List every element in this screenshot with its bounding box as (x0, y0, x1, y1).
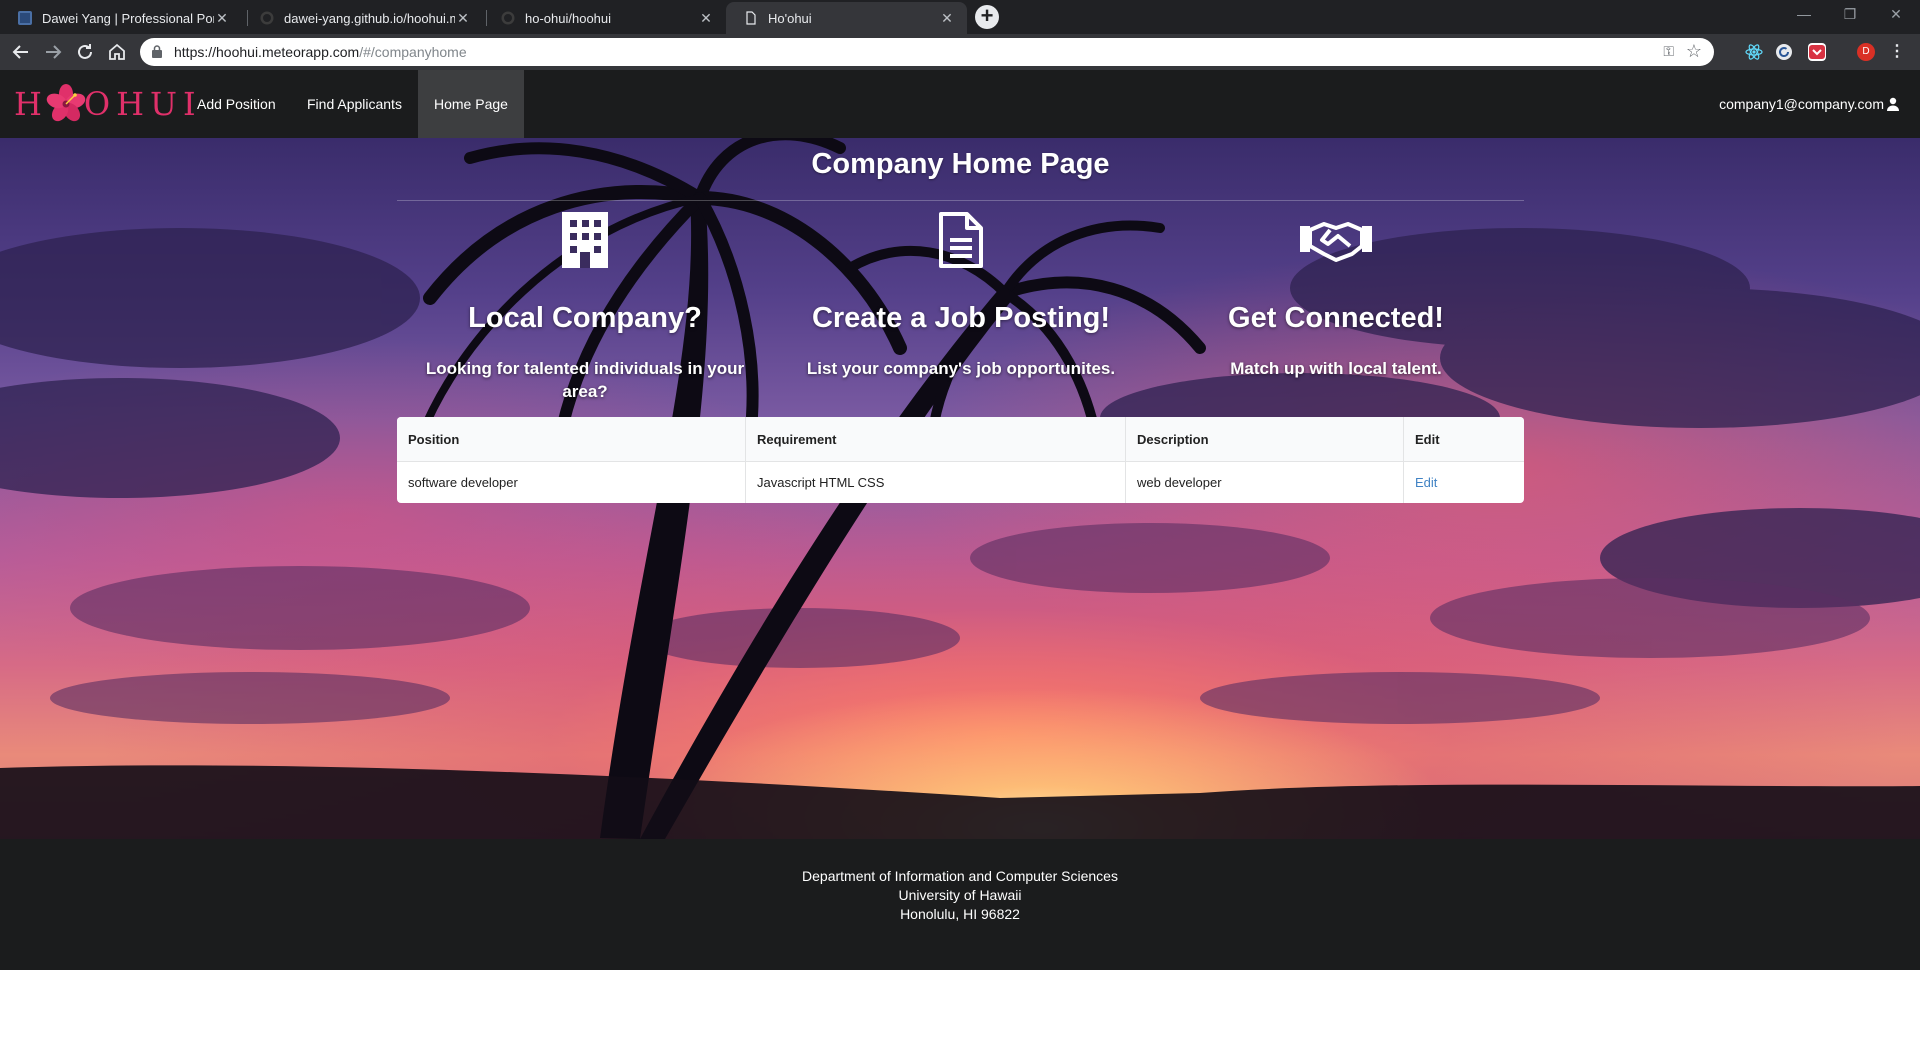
feature-heading: Create a Job Posting! (811, 302, 1111, 334)
restore-window-icon[interactable]: ❐ (1827, 0, 1873, 30)
title-divider (397, 200, 1524, 201)
url-path: /#/companyhome (359, 44, 467, 60)
bookmark-star-icon[interactable]: ☆ (1686, 41, 1702, 62)
minimize-window-icon[interactable]: — (1781, 0, 1827, 30)
browser-tab[interactable]: Dawei Yang | Professional Portfol ✕ (0, 2, 242, 34)
feature-local-company: Local Company? Looking for talented indi… (397, 208, 773, 403)
url-host: https://hoohui.meteorapp.com (174, 44, 360, 60)
footer-university: University of Hawaii (898, 887, 1022, 903)
home-icon (109, 43, 125, 60)
back-button[interactable] (8, 39, 34, 65)
nav-home-page[interactable]: Home Page (418, 70, 524, 138)
user-email: company1@company.com (1719, 96, 1884, 112)
cell-position: software developer (408, 475, 518, 490)
feature-heading: Local Company? (468, 302, 702, 334)
react-extension-icon[interactable] (1745, 43, 1763, 61)
tab-title: Dawei Yang | Professional Portfol (42, 10, 214, 26)
pocket-icon (1809, 45, 1825, 59)
feature-text: List your company's job opportunites. (806, 359, 1116, 378)
site-navbar: H OHUI Add Position Find Applicants Home… (0, 70, 1920, 138)
reload-button[interactable] (72, 39, 98, 65)
github-favicon-icon (260, 11, 274, 25)
column-header-edit: Edit (1403, 417, 1524, 462)
feature-text: Looking for talented individuals in your… (425, 359, 745, 401)
profile-avatar[interactable]: D (1857, 43, 1875, 61)
file-icon (939, 212, 983, 268)
browser-tab[interactable]: ho-ohui/hoohui ✕ (483, 2, 726, 34)
key-icon[interactable]: ⚿ (1663, 43, 1674, 60)
document-favicon-icon (746, 11, 756, 25)
github-favicon-icon (501, 11, 515, 25)
forward-arrow-icon (46, 45, 62, 59)
feature-job-posting: Create a Job Posting! List your company'… (773, 208, 1149, 380)
close-tab-icon[interactable]: ✕ (939, 10, 955, 27)
nav-add-position[interactable]: Add Position (181, 70, 292, 138)
new-tab-button[interactable]: + (975, 5, 999, 29)
react-logo-icon (1745, 44, 1763, 60)
sync-icon (1776, 44, 1792, 60)
user-icon (1887, 97, 1899, 111)
web-page: H OHUI Add Position Find Applicants Home… (0, 70, 1920, 1040)
footer-department: Department of Information and Computer S… (802, 868, 1118, 884)
address-bar[interactable]: https://hoohui.meteorapp.com/#/companyho… (140, 38, 1714, 66)
forward-button[interactable] (40, 39, 66, 65)
browser-tab-active[interactable]: Ho'ohui ✕ (726, 2, 967, 34)
cell-description: web developer (1125, 462, 1403, 503)
feature-heading: Get Connected! (1228, 302, 1444, 334)
footer-address: Honolulu, HI 96822 (900, 906, 1020, 922)
close-window-icon[interactable]: ✕ (1873, 0, 1919, 30)
handshake-icon (1300, 222, 1372, 262)
feature-get-connected: Get Connected! Match up with local talen… (1148, 208, 1524, 380)
close-tab-icon[interactable]: ✕ (698, 10, 714, 27)
browser-toolbar: https://hoohui.meteorapp.com/#/companyho… (0, 34, 1920, 70)
cell-edit: Edit (1403, 462, 1524, 503)
cell-requirement: Javascript HTML CSS (745, 462, 1125, 503)
reload-icon (78, 44, 92, 59)
logo-text-left: H (14, 85, 48, 123)
browser-tab[interactable]: dawei-yang.github.io/hoohui.md ✕ (242, 2, 483, 34)
close-tab-icon[interactable]: ✕ (214, 10, 230, 27)
building-icon (562, 212, 608, 268)
browser-menu-icon[interactable]: ⋮ (1889, 41, 1905, 61)
portfolio-favicon-icon (18, 11, 32, 25)
back-arrow-icon (12, 45, 28, 59)
edit-link[interactable]: Edit (1415, 475, 1437, 490)
table-header-row: Position Requirement Description Edit (397, 417, 1524, 462)
pocket-extension-icon[interactable] (1808, 43, 1826, 61)
close-tab-icon[interactable]: ✕ (455, 10, 471, 27)
hibiscus-flower-icon (46, 84, 86, 122)
url-text: https://hoohui.meteorapp.com/#/companyho… (174, 44, 467, 60)
column-header-position: Position (397, 417, 745, 462)
tab-title: dawei-yang.github.io/hoohui.md (284, 10, 455, 26)
hero-section: Company Home Page Local Company? Looking… (0, 138, 1920, 839)
browser-tab-strip: Dawei Yang | Professional Portfol ✕ dawe… (0, 0, 1920, 34)
tab-title: ho-ohui/hoohui (525, 10, 612, 26)
column-header-requirement: Requirement (745, 417, 1125, 462)
hoohui-logo[interactable]: H OHUI (14, 84, 202, 124)
home-button[interactable] (104, 39, 130, 65)
table-row: software developer Javascript HTML CSS w… (397, 462, 1524, 503)
positions-table: Position Requirement Description Edit so… (397, 417, 1524, 503)
user-menu[interactable]: company1@company.com (1719, 70, 1900, 138)
lock-icon (152, 45, 162, 58)
refresh-extension-icon[interactable] (1775, 43, 1793, 61)
page-title: Company Home Page (811, 148, 1110, 180)
feature-text: Match up with local talent. (1230, 359, 1442, 378)
nav-find-applicants[interactable]: Find Applicants (291, 70, 418, 138)
site-footer: Department of Information and Computer S… (0, 839, 1920, 970)
tab-title: Ho'ohui (768, 10, 812, 26)
column-header-description: Description (1125, 417, 1403, 462)
